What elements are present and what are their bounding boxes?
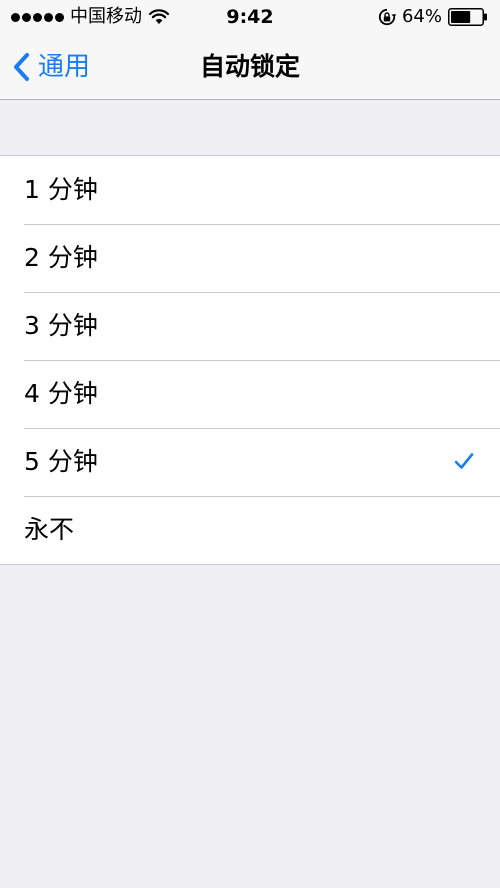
option-row[interactable]: 2 分钟 <box>0 224 500 292</box>
rotation-lock-icon <box>378 8 396 26</box>
option-label: 2 分钟 <box>24 243 98 272</box>
battery-icon <box>448 8 487 26</box>
status-bar: 中国移动 9:42 64% <box>0 0 500 34</box>
option-label: 4 分钟 <box>24 379 98 408</box>
option-label: 永不 <box>24 515 75 544</box>
option-row[interactable]: 永不 <box>0 496 500 564</box>
option-label: 5 分钟 <box>24 447 98 476</box>
option-label: 1 分钟 <box>24 175 98 204</box>
auto-lock-options-list: 1 分钟 2 分钟 3 分钟 4 分钟 5 分钟 永不 <box>0 155 500 565</box>
option-row-selected[interactable]: 5 分钟 <box>0 428 500 496</box>
checkmark-icon <box>454 453 474 469</box>
page-title: 自动锁定 <box>199 52 300 81</box>
status-right: 64% <box>378 5 488 29</box>
option-label: 3 分钟 <box>24 311 98 340</box>
battery-fill <box>451 11 471 23</box>
option-row[interactable]: 1 分钟 <box>0 156 500 224</box>
navigation-bar: 通用 自动锁定 <box>0 34 500 100</box>
option-row[interactable]: 3 分钟 <box>0 292 500 360</box>
battery-percent: 64% <box>401 6 442 27</box>
option-row[interactable]: 4 分钟 <box>0 360 500 428</box>
